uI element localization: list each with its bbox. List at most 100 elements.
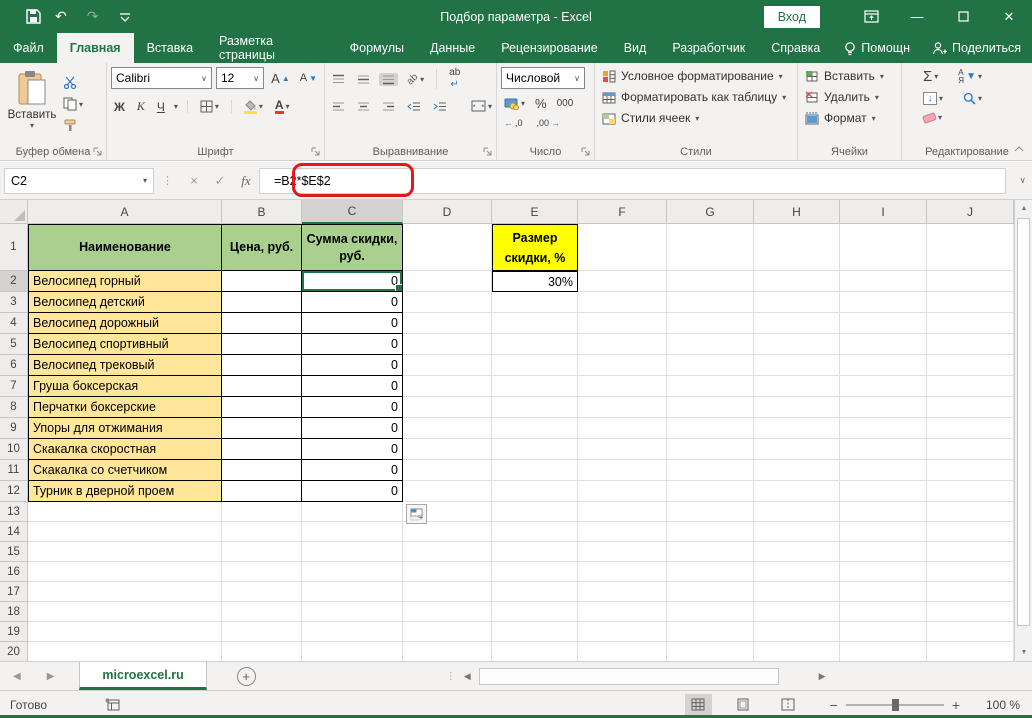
column-header-I[interactable]: I [840,200,927,224]
cell-E10[interactable] [492,439,578,460]
cell-A20[interactable] [28,642,222,661]
cell-J1[interactable] [927,224,1014,271]
cell-G20[interactable] [667,642,754,661]
number-format-combo[interactable]: Числовой∨ [501,67,585,89]
cell-A9[interactable]: Упоры для отжимания [28,418,222,439]
column-header-J[interactable]: J [927,200,1014,224]
cell-E6[interactable] [492,355,578,376]
font-size-combo[interactable]: 12∨ [216,67,264,89]
decrease-decimal-icon[interactable]: ,00→ [534,117,564,129]
cell-E15[interactable] [492,542,578,562]
cell-E1[interactable]: Размер скидки, % [492,224,578,271]
cell-I4[interactable] [840,313,927,334]
cell-B9[interactable] [222,418,302,439]
cell-B7[interactable] [222,376,302,397]
cell-J12[interactable] [927,481,1014,502]
cell-G4[interactable] [667,313,754,334]
cell-E12[interactable] [492,481,578,502]
cell-C14[interactable] [302,522,403,542]
column-header-C[interactable]: C [302,200,403,224]
sheet-nav-next-icon[interactable]: ▶ [34,671,68,682]
align-bottom-icon[interactable] [379,73,398,86]
cell-H16[interactable] [754,562,840,582]
close-button[interactable]: ✕ [986,0,1032,33]
cell-D19[interactable] [403,622,492,642]
cell-D10[interactable] [403,439,492,460]
cell-F13[interactable] [578,502,667,522]
row-header-6[interactable]: 6 [0,355,28,376]
increase-decimal-icon[interactable]: ←,0 [501,117,526,129]
decrease-font-size-button[interactable]: A▼ [297,71,320,85]
cell-B6[interactable] [222,355,302,376]
row-header-20[interactable]: 20 [0,642,28,661]
merge-center-icon[interactable]: ▾ [468,99,495,113]
increase-indent-icon[interactable] [430,100,450,113]
row-header-4[interactable]: 4 [0,313,28,334]
zoom-slider-thumb[interactable] [892,699,899,711]
autosum-icon[interactable]: Σ▾ [920,67,941,86]
zoom-slider[interactable] [846,704,944,706]
row-header-1[interactable]: 1 [0,224,28,271]
cell-C4[interactable]: 0 [302,313,403,334]
paste-dropdown[interactable]: ▾ [30,121,34,130]
cell-A19[interactable] [28,622,222,642]
align-center-icon[interactable] [354,100,373,113]
cell-I18[interactable] [840,602,927,622]
cell-I5[interactable] [840,334,927,355]
cell-I6[interactable] [840,355,927,376]
cell-A12[interactable]: Турник в дверной проем [28,481,222,502]
cell-I20[interactable] [840,642,927,661]
cell-J17[interactable] [927,582,1014,602]
row-header-12[interactable]: 12 [0,481,28,502]
undo-button[interactable]: ↶▾ [55,8,73,25]
cell-C2[interactable]: 0 [302,271,403,292]
tab-рецензирование[interactable]: Рецензирование [488,33,611,63]
cell-F10[interactable] [578,439,667,460]
align-top-icon[interactable] [329,73,348,86]
cell-J11[interactable] [927,460,1014,481]
cell-H15[interactable] [754,542,840,562]
tab-вставка[interactable]: Вставка [134,33,206,63]
format-as-table-button[interactable]: Форматировать как таблицу▾ [599,88,793,106]
normal-view-button[interactable] [685,694,712,715]
cell-E18[interactable] [492,602,578,622]
cell-E4[interactable] [492,313,578,334]
tab-разработчик[interactable]: Разработчик [659,33,758,63]
row-header-13[interactable]: 13 [0,502,28,522]
cell-G9[interactable] [667,418,754,439]
cell-C1[interactable]: Сумма скидки, руб. [302,224,403,271]
cell-E19[interactable] [492,622,578,642]
insert-cells-button[interactable]: Вставить▾ [802,67,897,85]
cell-J9[interactable] [927,418,1014,439]
cell-H13[interactable] [754,502,840,522]
cell-B15[interactable] [222,542,302,562]
cell-J5[interactable] [927,334,1014,355]
column-header-H[interactable]: H [754,200,840,224]
cell-G17[interactable] [667,582,754,602]
hscroll-left-icon[interactable]: ◀ [456,671,479,682]
cell-G19[interactable] [667,622,754,642]
cell-B17[interactable] [222,582,302,602]
cell-B10[interactable] [222,439,302,460]
cell-I7[interactable] [840,376,927,397]
cell-D16[interactable] [403,562,492,582]
cell-J3[interactable] [927,292,1014,313]
cell-B13[interactable] [222,502,302,522]
delete-cells-button[interactable]: Удалить▾ [802,88,897,106]
cell-G10[interactable] [667,439,754,460]
cancel-icon[interactable]: × [181,173,207,188]
sheet-tab[interactable]: microexcel.ru [79,662,206,690]
cell-C19[interactable] [302,622,403,642]
cell-D17[interactable] [403,582,492,602]
cell-I15[interactable] [840,542,927,562]
sort-filter-icon[interactable]: АЯ▼▾ [955,68,985,86]
cell-I3[interactable] [840,292,927,313]
column-header-B[interactable]: B [222,200,302,224]
cell-H19[interactable] [754,622,840,642]
cell-A16[interactable] [28,562,222,582]
cell-D3[interactable] [403,292,492,313]
format-cells-button[interactable]: Формат▾ [802,109,897,127]
assistant-tab[interactable]: Помощн [833,33,921,63]
cell-F18[interactable] [578,602,667,622]
cell-I17[interactable] [840,582,927,602]
